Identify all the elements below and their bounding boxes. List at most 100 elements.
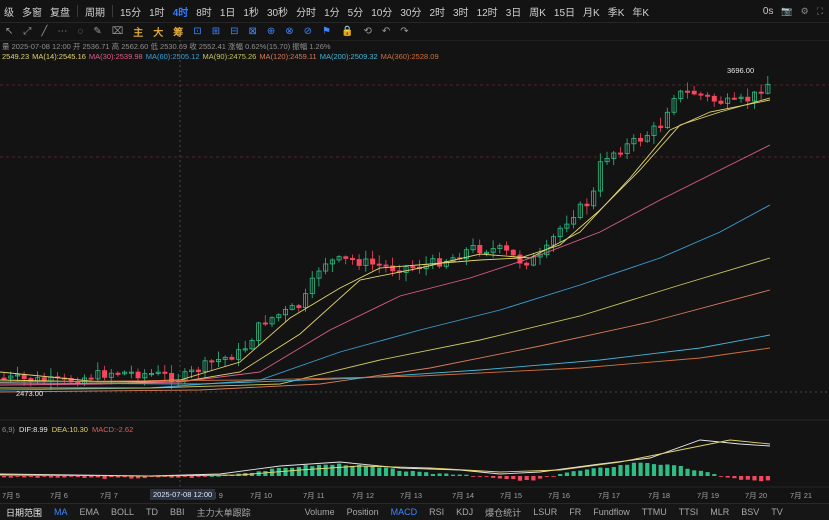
indicator-15[interactable]: Fundflow bbox=[587, 507, 636, 517]
indicator-19[interactable]: BSV bbox=[735, 507, 765, 517]
indicator-11[interactable]: KDJ bbox=[450, 507, 479, 517]
indicator-3[interactable]: BOLL bbox=[105, 507, 140, 517]
candle-body bbox=[718, 100, 724, 104]
macd-bar bbox=[765, 476, 770, 481]
candle-body bbox=[638, 137, 644, 142]
candle-body bbox=[691, 90, 697, 95]
macd-bar bbox=[410, 470, 415, 476]
indicator-4[interactable]: TD bbox=[140, 507, 164, 517]
macd-bar bbox=[759, 476, 764, 482]
macd-bar bbox=[310, 466, 315, 476]
cursor-date-label: 2025-07-08 12:00 bbox=[150, 489, 216, 500]
macd-bar bbox=[189, 476, 194, 478]
x-axis-label: 7月 10 bbox=[250, 491, 273, 500]
macd-bar bbox=[169, 476, 174, 478]
candle-body bbox=[731, 97, 737, 100]
candle-body bbox=[758, 91, 764, 94]
indicator-8[interactable]: Position bbox=[341, 507, 385, 517]
candle-body bbox=[262, 322, 268, 325]
x-axis-label: 7月 18 bbox=[648, 491, 671, 500]
indicator-16[interactable]: TTMU bbox=[636, 507, 673, 517]
macd-bar bbox=[551, 476, 556, 477]
macd-bar bbox=[678, 465, 683, 476]
candle-body bbox=[618, 152, 624, 155]
indicator-10[interactable]: RSI bbox=[423, 507, 450, 517]
macd-bar bbox=[2, 476, 7, 478]
x-axis-label: 7月 21 bbox=[790, 491, 813, 500]
macd-bar bbox=[450, 474, 456, 476]
indicator-1[interactable]: MA bbox=[48, 507, 74, 517]
indicator-17[interactable]: TTSI bbox=[673, 507, 705, 517]
candle-body bbox=[102, 370, 108, 378]
candle-body bbox=[349, 258, 355, 261]
indicator-2[interactable]: EMA bbox=[74, 507, 106, 517]
price-low-label: 2473.00 bbox=[16, 389, 44, 398]
candle-body bbox=[229, 356, 235, 360]
candle-body bbox=[135, 371, 141, 379]
candlestick-chart[interactable] bbox=[0, 0, 829, 519]
candle-body bbox=[705, 94, 711, 97]
macd-bar bbox=[538, 476, 543, 479]
macd-bar bbox=[15, 476, 20, 477]
indicator-20[interactable]: TV bbox=[765, 507, 789, 517]
indicator-9[interactable]: MACD bbox=[385, 507, 424, 517]
indicator-0[interactable]: 日期范围 bbox=[0, 506, 48, 519]
candle-body bbox=[437, 258, 443, 267]
macd-bar bbox=[370, 466, 375, 476]
candle-body bbox=[376, 263, 382, 266]
macd-bar bbox=[22, 476, 27, 478]
macd-bar bbox=[129, 476, 134, 479]
macd-bar bbox=[404, 471, 409, 476]
macd-bar bbox=[75, 476, 80, 478]
macd-bar bbox=[692, 470, 697, 476]
macd-bar bbox=[504, 476, 509, 480]
candle-body bbox=[356, 259, 362, 266]
candle-body bbox=[584, 203, 590, 207]
candle-body bbox=[383, 264, 389, 267]
macd-bar bbox=[571, 471, 576, 476]
macd-bar bbox=[330, 464, 335, 476]
macd-bar bbox=[484, 476, 489, 477]
macd-bar bbox=[558, 473, 563, 476]
macd-bar bbox=[303, 465, 308, 476]
macd-bar bbox=[672, 465, 677, 476]
candle-body bbox=[209, 360, 215, 363]
ma-line-4 bbox=[0, 257, 771, 389]
price-high-label: 3696.00 bbox=[727, 66, 755, 75]
indicator-18[interactable]: MLR bbox=[704, 507, 735, 517]
macd-bar bbox=[196, 476, 201, 477]
macd-bar bbox=[491, 476, 496, 478]
macd-bar bbox=[638, 462, 643, 476]
macd-bar bbox=[511, 476, 516, 479]
macd-bar bbox=[605, 467, 610, 476]
indicator-6[interactable]: 主力大单跟踪 bbox=[191, 506, 257, 519]
indicator-7[interactable]: Volume bbox=[299, 507, 341, 517]
x-axis-label: 7月 19 bbox=[697, 491, 720, 500]
macd-bar bbox=[323, 464, 328, 476]
macd-bar bbox=[544, 476, 549, 477]
macd-bar bbox=[705, 472, 710, 476]
candle-body bbox=[658, 125, 664, 128]
macd-bar bbox=[216, 475, 221, 477]
indicator-14[interactable]: FR bbox=[563, 507, 587, 517]
indicator-13[interactable]: LSUR bbox=[527, 507, 563, 517]
candle-body bbox=[162, 371, 168, 374]
macd-bar bbox=[62, 476, 67, 478]
candle-body bbox=[698, 93, 704, 96]
macd-bar bbox=[182, 476, 188, 477]
macd-bar bbox=[363, 466, 368, 476]
candle-body bbox=[296, 305, 302, 309]
x-axis-label: 7月 13 bbox=[400, 491, 423, 500]
indicator-12[interactable]: 爆仓统计 bbox=[479, 506, 527, 519]
macd-bar bbox=[517, 476, 523, 481]
macd-bar bbox=[444, 473, 449, 476]
macd-bar bbox=[417, 471, 422, 476]
macd-legend-item: DEA:10.30 bbox=[51, 425, 88, 434]
candle-body bbox=[88, 377, 94, 380]
macd-bar bbox=[477, 476, 482, 477]
macd-bar bbox=[457, 474, 462, 476]
indicator-5[interactable]: BBI bbox=[164, 507, 191, 517]
macd-bar bbox=[263, 471, 268, 476]
macd-bar bbox=[102, 476, 107, 479]
candle-body bbox=[1, 377, 7, 380]
